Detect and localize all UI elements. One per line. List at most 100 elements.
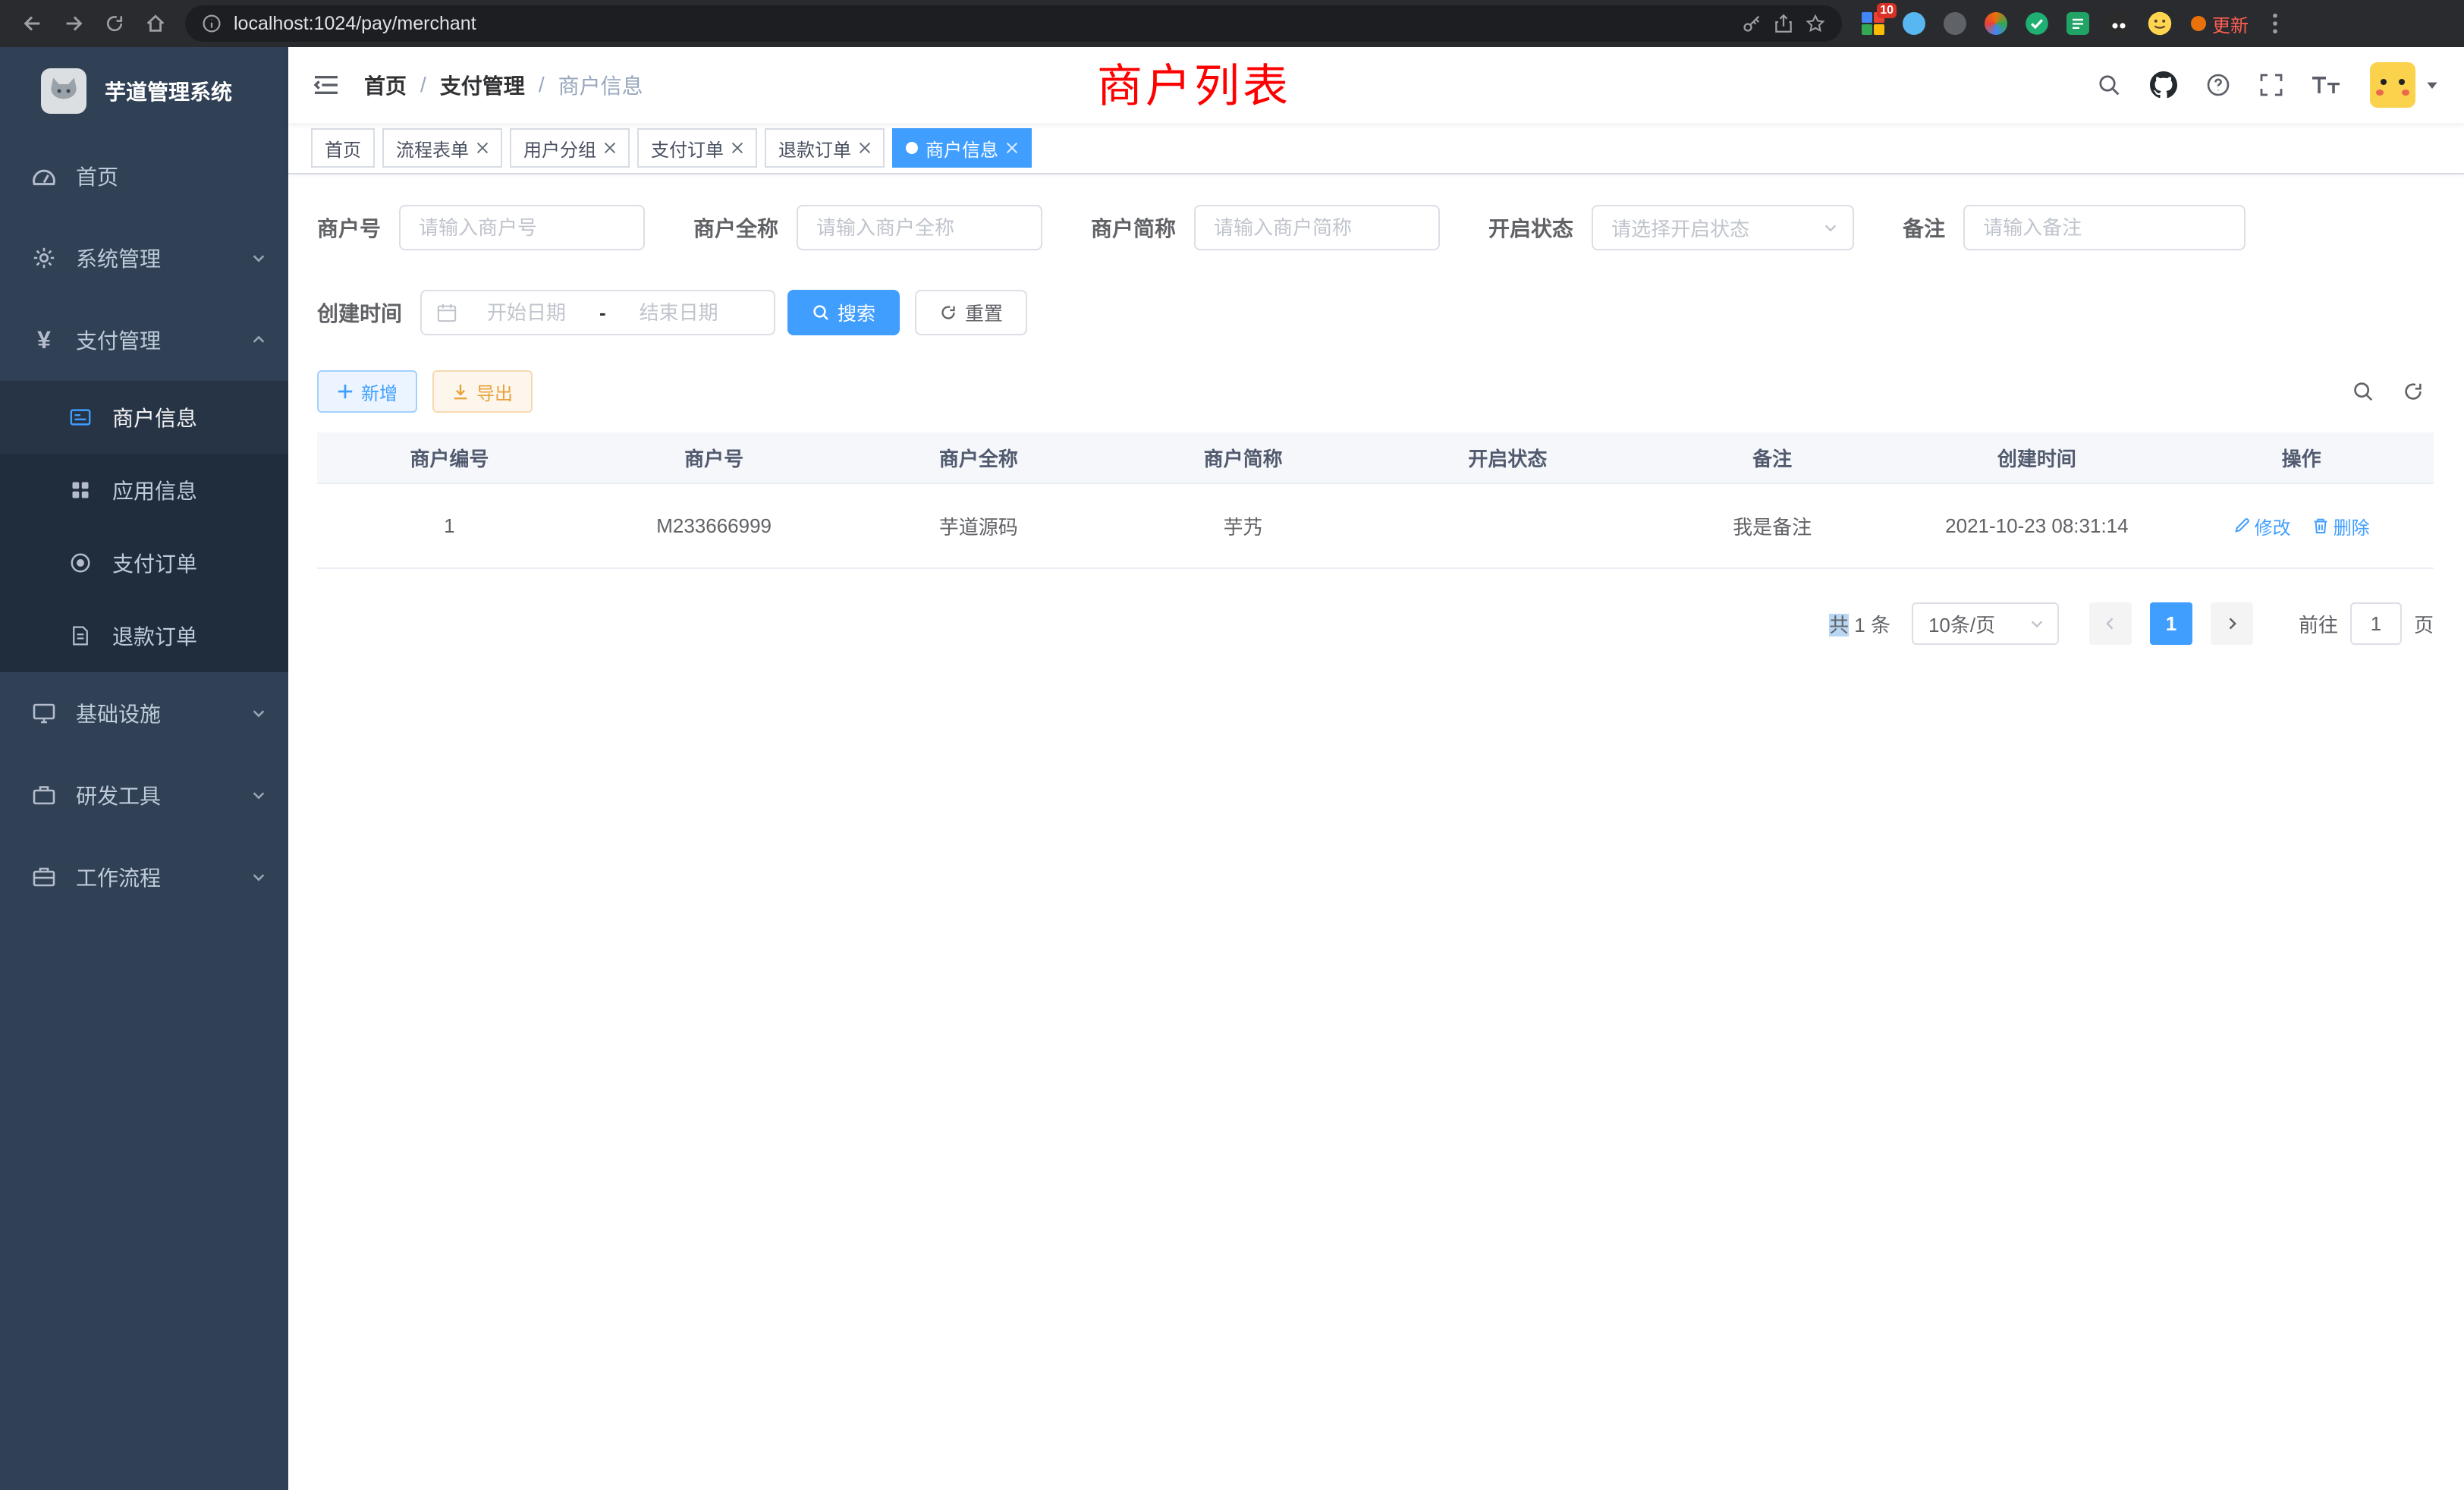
breadcrumb-payment[interactable]: 支付管理 bbox=[440, 70, 525, 100]
full-name-input[interactable] bbox=[797, 205, 1042, 250]
sidebar-item-dev-tools[interactable]: 研发工具 bbox=[0, 754, 288, 836]
breadcrumb-home[interactable]: 首页 bbox=[364, 70, 407, 100]
table-search-toggle-icon[interactable] bbox=[2352, 380, 2374, 403]
logo[interactable]: 芋道管理系统 bbox=[0, 47, 288, 135]
sidebar-subitem-label: 商户信息 bbox=[112, 402, 267, 432]
header-search-icon[interactable] bbox=[2097, 73, 2121, 97]
merchant-no-input[interactable] bbox=[399, 205, 645, 250]
chevron-down-icon bbox=[250, 787, 267, 803]
add-button-label: 新增 bbox=[361, 379, 398, 405]
fullscreen-icon[interactable] bbox=[2259, 73, 2283, 97]
user-menu[interactable] bbox=[2370, 62, 2440, 108]
add-button[interactable]: 新增 bbox=[317, 370, 417, 413]
bookmark-star-icon[interactable] bbox=[1806, 14, 1825, 33]
status-select[interactable]: 请选择开启状态 bbox=[1592, 205, 1854, 250]
grid-icon bbox=[65, 479, 96, 501]
table-refresh-icon[interactable] bbox=[2402, 380, 2425, 403]
column-header: 开启状态 bbox=[1375, 444, 1640, 472]
close-icon[interactable] bbox=[1006, 142, 1018, 154]
profile-emoji-icon[interactable] bbox=[2147, 11, 2173, 36]
goto-page-input[interactable] bbox=[2350, 602, 2402, 645]
tab-refund-order[interactable]: 退款订单 bbox=[765, 128, 885, 168]
record-circle-icon bbox=[65, 552, 96, 574]
sidebar-item-workflow[interactable]: 工作流程 bbox=[0, 836, 288, 918]
url-text[interactable]: localhost:1024/pay/merchant bbox=[234, 13, 476, 35]
page-number-1[interactable]: 1 bbox=[2150, 602, 2192, 645]
filter-full-name: 商户全称 bbox=[693, 205, 1042, 250]
sidebar-item-label: 系统管理 bbox=[76, 243, 250, 273]
tab-payment-order[interactable]: 支付订单 bbox=[637, 128, 757, 168]
tab-label: 支付订单 bbox=[651, 135, 724, 162]
help-icon[interactable] bbox=[2206, 73, 2230, 97]
menu-fold-icon[interactable] bbox=[313, 74, 340, 96]
sidebar-item-payment[interactable]: ¥ 支付管理 bbox=[0, 299, 288, 381]
date-start-input[interactable] bbox=[463, 301, 590, 325]
tab-label: 商户信息 bbox=[926, 135, 998, 162]
pagination-total: 共 1 条 bbox=[1829, 610, 1890, 638]
password-key-icon[interactable] bbox=[1742, 14, 1762, 33]
filter-row-2: 创建时间 - 搜索 bbox=[317, 290, 2434, 335]
tab-process-form[interactable]: 流程表单 bbox=[382, 128, 502, 168]
next-page-button[interactable] bbox=[2211, 602, 2253, 645]
extensions-grid-icon[interactable]: 10 bbox=[1860, 11, 1886, 36]
extension-dark-icon[interactable] bbox=[1942, 11, 1968, 36]
plus-icon bbox=[337, 383, 354, 400]
monitor-icon bbox=[29, 701, 59, 725]
share-icon[interactable] bbox=[1774, 14, 1793, 33]
reset-button[interactable]: 重置 bbox=[915, 290, 1027, 335]
sidebar-subitem-payment-order[interactable]: 支付订单 bbox=[0, 527, 288, 599]
table-right-tools bbox=[2352, 380, 2434, 403]
browser-update-button[interactable]: 更新 bbox=[2191, 11, 2249, 37]
calendar-icon bbox=[437, 303, 457, 322]
delete-link[interactable]: 删除 bbox=[2312, 513, 2370, 539]
url-bar[interactable]: localhost:1024/pay/merchant bbox=[185, 5, 1842, 42]
sidebar-item-system[interactable]: 系统管理 bbox=[0, 217, 288, 299]
export-button[interactable]: 导出 bbox=[432, 370, 533, 413]
browser-menu-kebab-icon[interactable] bbox=[2255, 3, 2296, 44]
prev-page-button[interactable] bbox=[2089, 602, 2132, 645]
sidebar-item-infrastructure[interactable]: 基础设施 bbox=[0, 672, 288, 754]
font-size-icon[interactable] bbox=[2312, 74, 2341, 96]
sidebar-item-home[interactable]: 首页 bbox=[0, 135, 288, 217]
short-name-input[interactable] bbox=[1194, 205, 1440, 250]
download-icon bbox=[452, 383, 469, 400]
sidebar-subitem-refund-order[interactable]: 退款订单 bbox=[0, 599, 288, 672]
tab-home[interactable]: 首页 bbox=[311, 128, 375, 168]
github-icon[interactable] bbox=[2150, 71, 2177, 99]
filter-remark: 备注 bbox=[1903, 205, 2246, 250]
column-header: 商户编号 bbox=[317, 444, 582, 472]
extension-check-icon[interactable] bbox=[2024, 11, 2050, 36]
tab-label: 退款订单 bbox=[778, 135, 851, 162]
sidebar-subitem-merchant-info[interactable]: 商户信息 bbox=[0, 381, 288, 454]
extension-notes-icon[interactable] bbox=[2065, 11, 2091, 36]
close-icon[interactable] bbox=[604, 142, 616, 154]
forward-icon[interactable] bbox=[53, 3, 94, 44]
back-icon[interactable] bbox=[12, 3, 53, 44]
cell-short-name: 芋艿 bbox=[1111, 512, 1375, 540]
table-header-row: 商户编号 商户号 商户全称 商户简称 开启状态 备注 创建时间 操作 bbox=[317, 432, 2434, 484]
sidebar-subitem-app-info[interactable]: 应用信息 bbox=[0, 454, 288, 527]
tab-user-group[interactable]: 用户分组 bbox=[510, 128, 630, 168]
breadcrumb-separator: / bbox=[539, 73, 545, 97]
reload-icon[interactable] bbox=[94, 3, 135, 44]
navbar-right bbox=[2097, 62, 2440, 108]
gear-icon bbox=[29, 246, 59, 270]
close-icon[interactable] bbox=[859, 142, 871, 154]
search-button[interactable]: 搜索 bbox=[787, 290, 900, 335]
extension-tampermonkey-icon[interactable] bbox=[2106, 11, 2132, 36]
create-time-range-picker[interactable]: - bbox=[420, 290, 775, 335]
extension-drop-icon[interactable] bbox=[1901, 11, 1927, 36]
page-size-select[interactable]: 10条/页 bbox=[1912, 602, 2059, 645]
app-frame: 芋道管理系统 首页 系统管理 ¥ 支付管理 bbox=[0, 47, 2464, 1490]
close-icon[interactable] bbox=[476, 142, 489, 154]
site-info-icon[interactable] bbox=[202, 14, 222, 33]
column-header: 商户简称 bbox=[1111, 444, 1375, 472]
date-range-separator: - bbox=[596, 301, 609, 325]
remark-input[interactable] bbox=[1963, 205, 2246, 250]
extension-avatar-icon[interactable] bbox=[1983, 11, 2009, 36]
tab-merchant-info[interactable]: 商户信息 bbox=[892, 128, 1032, 168]
close-icon[interactable] bbox=[731, 142, 743, 154]
edit-link[interactable]: 修改 bbox=[2233, 513, 2291, 539]
home-icon[interactable] bbox=[135, 3, 176, 44]
date-end-input[interactable] bbox=[615, 301, 743, 325]
